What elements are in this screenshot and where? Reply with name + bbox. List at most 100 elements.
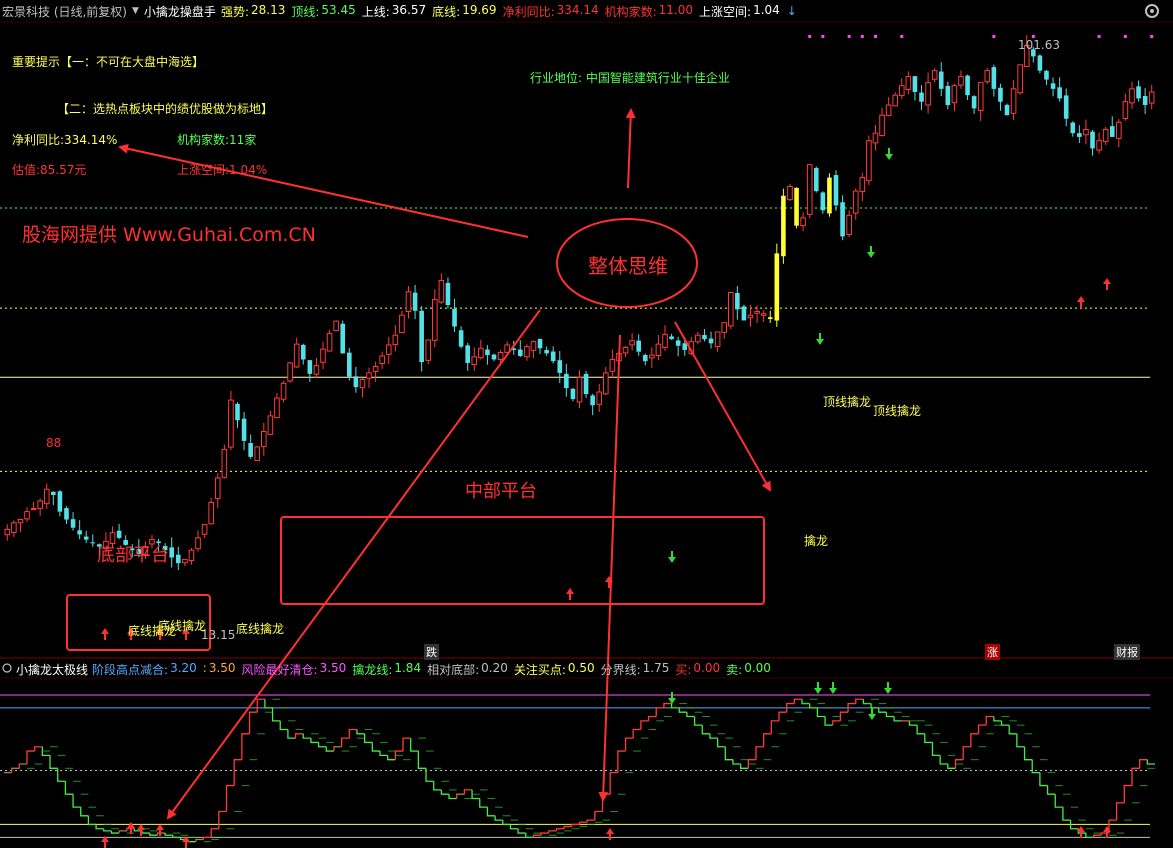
- candle: [938, 62, 944, 97]
- buy-arrow-icon: [566, 588, 574, 600]
- step-segment: [433, 781, 442, 791]
- candle: [827, 173, 832, 217]
- candle: [965, 74, 970, 100]
- step-segment: [64, 781, 74, 795]
- candle: [1096, 132, 1102, 154]
- step-segment: [809, 703, 818, 709]
- indicator-reference-lines: [0, 694, 1150, 838]
- header-metric-value-1: 53.45: [321, 2, 356, 17]
- candle: [530, 340, 537, 359]
- step-segment: [1023, 746, 1033, 761]
- step-segment: [716, 738, 726, 748]
- step-segment: [1016, 733, 1025, 748]
- indicator-metric-value-8: 0.00: [744, 660, 771, 675]
- step-segment: [855, 698, 864, 704]
- candle: [702, 329, 707, 342]
- header-metric-label-3: 底线:: [432, 4, 461, 19]
- indicator-metric-label-0: 阶段高点减合:: [92, 662, 169, 677]
- candle: [866, 135, 872, 186]
- candle: [537, 338, 543, 355]
- step-segment: [916, 725, 925, 735]
- indicator-metric-value-1: 3.50: [208, 660, 236, 675]
- step-segment: [686, 712, 695, 718]
- signal-dot: [900, 35, 904, 38]
- step-segment: [586, 819, 595, 823]
- signal-dot: [847, 35, 851, 38]
- indicator-metric-label-4: 相对底部:: [427, 662, 480, 677]
- step-segment: [724, 746, 733, 761]
- candle: [846, 210, 852, 238]
- candle: [583, 371, 589, 398]
- step-segment: [271, 707, 281, 722]
- step-segment: [363, 733, 373, 744]
- candle: [714, 331, 721, 352]
- step-segment: [110, 830, 120, 834]
- candle: [491, 353, 497, 362]
- header-metric-label-0: 强势:: [220, 4, 249, 19]
- formula-name[interactable]: 小擒龙操盘手: [144, 3, 216, 20]
- candle: [241, 411, 247, 451]
- signal-dot: [808, 35, 812, 38]
- candle: [4, 524, 11, 541]
- chevron-down-icon[interactable]: ▼: [132, 6, 139, 16]
- overall-thinking-label: 整体思维: [588, 254, 668, 278]
- indicator-metric-label-7: 买:: [675, 662, 692, 677]
- candle: [208, 497, 214, 525]
- step-segment: [571, 823, 580, 827]
- candle: [1136, 80, 1141, 102]
- step-segment: [26, 750, 35, 764]
- candle: [1077, 125, 1082, 144]
- step-segment: [287, 729, 296, 739]
- indicator-metric-label-1: :: [202, 660, 207, 675]
- step-segment: [816, 707, 826, 718]
- candle: [1017, 64, 1023, 95]
- step-segment: [663, 702, 672, 708]
- candle: [603, 366, 609, 396]
- candle: [458, 326, 464, 349]
- buy-arrow-icon: [1077, 826, 1085, 838]
- step-segment: [778, 711, 787, 721]
- candle: [169, 537, 175, 568]
- header-metrics: 强势: 28.13 顶线: 53.45 上线: 36.57 底线: 19.69 净利同比: 334…: [221, 3, 786, 20]
- candle: [11, 520, 17, 538]
- step-segment: [95, 824, 104, 830]
- candle: [977, 82, 984, 121]
- candle: [1090, 129, 1095, 156]
- header-metric-value-6: 1.04: [753, 2, 780, 17]
- indicator-name[interactable]: 小擒龙太极线: [16, 661, 88, 678]
- main-reference-lines: [0, 207, 1150, 472]
- indicator-metric-label-3: 擒龙线:: [352, 662, 393, 677]
- candle: [636, 334, 641, 356]
- step-segment: [479, 798, 488, 808]
- candle: [813, 166, 819, 193]
- candle: [260, 422, 267, 456]
- step-segment: [793, 698, 803, 704]
- tip-two: 【二：选热点板块中的绩优股做为标地】: [57, 102, 274, 116]
- sell-arrow-icon: [885, 148, 893, 160]
- candle: [971, 95, 977, 114]
- step-segment: [509, 824, 519, 830]
- candle: [425, 339, 432, 365]
- step-segment: [939, 755, 948, 765]
- candle: [1070, 121, 1076, 137]
- candle: [1148, 84, 1155, 110]
- step-segment: [962, 746, 971, 760]
- signal-dot: [821, 35, 825, 38]
- candle: [912, 76, 918, 101]
- step-segment: [1039, 772, 1048, 787]
- indicator-metric-label-8: 卖:: [726, 662, 743, 677]
- step-segment: [463, 789, 473, 795]
- sell-arrow-icon: [814, 682, 822, 694]
- step-segment: [594, 810, 603, 821]
- indicator-metric-value-5: 0.50: [567, 660, 595, 675]
- step-segment: [1046, 785, 1056, 795]
- step-segment: [264, 699, 273, 709]
- candle: [629, 333, 635, 351]
- candle: [43, 483, 50, 509]
- candle: [655, 335, 662, 361]
- candle: [274, 392, 280, 419]
- candle: [346, 347, 352, 381]
- step-segment: [410, 738, 419, 752]
- signal-dot: [1097, 35, 1101, 38]
- candle: [1142, 88, 1148, 114]
